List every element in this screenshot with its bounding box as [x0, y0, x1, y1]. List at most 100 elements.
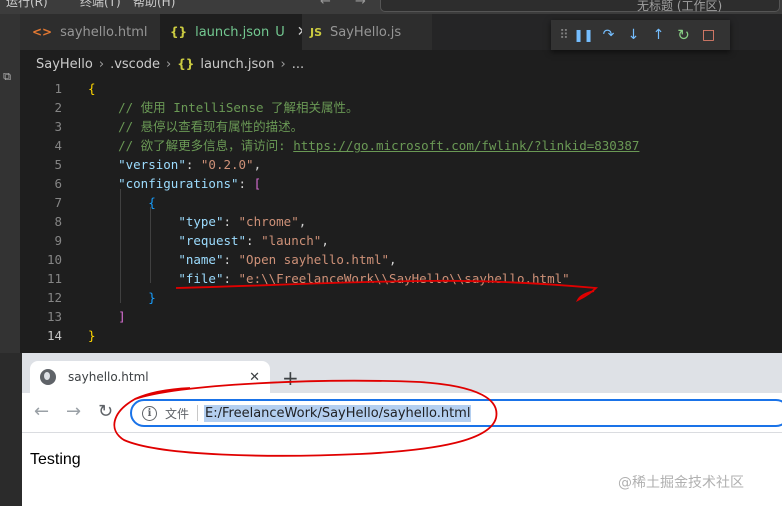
tab-sayhello-js[interactable]: JS SayHello.js	[302, 14, 432, 50]
page-body-text: Testing	[30, 451, 81, 468]
nav-arrows[interactable]: ← →	[320, 0, 376, 9]
tab-sayhello-html[interactable]: <> sayhello.html	[20, 14, 160, 50]
code-text: "file": "e:\\FreelanceWork\\SayHello\\sa…	[88, 269, 570, 288]
code-token: [	[253, 176, 262, 191]
restart-icon[interactable]: ↻	[671, 26, 696, 44]
code-text: // 悬停以查看现有属性的描述。	[88, 117, 303, 136]
code-text: "type": "chrome",	[88, 212, 306, 231]
pause-icon[interactable]: ❚❚	[571, 28, 596, 42]
line-number: 11	[46, 271, 62, 286]
forward-arrow-icon[interactable]: →	[66, 401, 81, 422]
command-center-label: 无标题 (工作区)	[637, 0, 723, 13]
json-file-icon: {}	[177, 57, 195, 71]
breadcrumb-item[interactable]: ...	[292, 57, 304, 72]
browser-window: sayhello.html ✕ + ← → ↻ i 文件 E:/Freelanc…	[0, 353, 782, 506]
title-bar: 运行(R) 终端(T) 帮助(H) ← → 无标题 (工作区)	[0, 0, 782, 14]
divider	[197, 405, 199, 421]
code-line: 4 // 欲了解更多信息，请访问: https://go.microsoft.c…	[20, 136, 782, 155]
reload-icon[interactable]: ↻	[98, 401, 113, 422]
drag-handle-icon[interactable]: ⠿	[557, 28, 571, 43]
url-text[interactable]: E:/FreelanceWork/SayHello/sayhello.html	[204, 404, 472, 422]
command-center[interactable]: 无标题 (工作区)	[380, 0, 780, 13]
code-line: 10 "name": "Open sayhello.html",	[20, 250, 782, 269]
menu-help[interactable]: 帮助(H)	[133, 0, 175, 10]
activity-bar: ⧉	[0, 14, 20, 354]
code-line: 1{	[20, 79, 782, 98]
code-line: 9 "request": "launch",	[20, 231, 782, 250]
back-arrow-icon[interactable]: ←	[34, 401, 49, 422]
code-link[interactable]: https://go.microsoft.com/fwlink/?linkid=…	[293, 138, 639, 153]
code-editor[interactable]: 1{2 // 使用 IntelliSense 了解相关属性。 3 // 悬停以查看…	[20, 74, 782, 349]
line-number: 6	[54, 176, 62, 191]
code-token: :	[238, 176, 254, 191]
info-icon[interactable]: i	[142, 405, 157, 421]
json-file-icon: {}	[170, 25, 188, 39]
code-token: :	[246, 233, 262, 248]
files-icon[interactable]: ⧉	[0, 70, 14, 84]
code-line: 3 // 悬停以查看现有属性的描述。	[20, 117, 782, 136]
step-out-icon[interactable]: ↑	[646, 27, 671, 43]
breadcrumb-item[interactable]: SayHello	[36, 57, 93, 72]
code-line: 11 "file": "e:\\FreelanceWork\\SayHello\…	[20, 269, 782, 288]
code-text: {	[88, 193, 156, 212]
line-number: 9	[54, 233, 62, 248]
line-number: 8	[54, 214, 62, 229]
menu-run[interactable]: 运行(R)	[6, 0, 48, 10]
code-token: "chrome"	[238, 214, 299, 229]
code-token: "type"	[178, 214, 224, 229]
code-token: }	[88, 328, 96, 343]
code-text: "configurations": [	[88, 174, 261, 193]
close-icon[interactable]: ✕	[249, 370, 260, 385]
code-token: // 悬停以查看现有属性的描述。	[88, 119, 304, 134]
step-into-icon[interactable]: ↓	[621, 27, 646, 43]
tab-launch-json[interactable]: {} launch.json U ✕	[160, 14, 309, 50]
code-token: // 欲了解更多信息，请访问:	[88, 138, 294, 153]
browser-tab[interactable]: sayhello.html ✕	[30, 361, 270, 393]
code-token: "e:\\FreelanceWork\\SayHello\\sayhello.h…	[238, 271, 570, 286]
browser-left-edge	[0, 353, 22, 506]
browser-toolbar: ← → ↻ i 文件 E:/FreelanceWork/SayHello/say…	[22, 393, 782, 433]
code-text: ]	[88, 307, 126, 326]
line-number: 13	[46, 309, 62, 324]
code-line: 8 "type": "chrome",	[20, 212, 782, 231]
code-token: "version"	[118, 157, 186, 172]
line-number: 7	[54, 195, 62, 210]
code-text: "version": "0.2.0",	[88, 155, 261, 174]
step-over-icon[interactable]: ↷	[596, 27, 621, 43]
code-text: // 欲了解更多信息，请访问: https://go.microsoft.com…	[88, 136, 639, 155]
line-number: 1	[54, 81, 62, 96]
debug-toolbar: ⠿ ❚❚ ↷ ↓ ↑ ↻ □	[551, 20, 730, 50]
line-number: 10	[46, 252, 62, 267]
tab-label: launch.json	[195, 24, 270, 40]
code-token: {	[148, 195, 156, 210]
code-token: :	[223, 214, 239, 229]
line-number: 12	[46, 290, 62, 305]
line-number: 4	[54, 138, 62, 153]
code-token: "name"	[178, 252, 224, 267]
code-token: {	[88, 81, 96, 96]
code-token: "request"	[178, 233, 247, 248]
address-bar[interactable]: i 文件 E:/FreelanceWork/SayHello/sayhello.…	[130, 399, 782, 427]
menu-terminal[interactable]: 终端(T)	[80, 0, 121, 10]
code-token: "file"	[178, 271, 224, 286]
untracked-badge: U	[275, 24, 285, 40]
file-scheme-label: 文件	[165, 406, 190, 421]
code-token: "0.2.0"	[200, 157, 254, 172]
new-tab-icon[interactable]: +	[282, 366, 299, 390]
code-token: ]	[118, 309, 126, 324]
code-token: "Open sayhello.html"	[238, 252, 390, 267]
code-text: "name": "Open sayhello.html",	[88, 250, 396, 269]
tab-label: SayHello.js	[330, 24, 402, 40]
html-file-icon: <>	[32, 25, 53, 39]
breadcrumb-item[interactable]: launch.json	[200, 57, 274, 72]
breadcrumb-item[interactable]: .vscode	[110, 57, 160, 72]
page-content: Testing @稀土掘金技术社区	[22, 434, 782, 506]
browser-tab-title: sayhello.html	[68, 370, 149, 384]
line-number: 3	[54, 119, 62, 134]
stop-icon[interactable]: □	[696, 27, 721, 43]
